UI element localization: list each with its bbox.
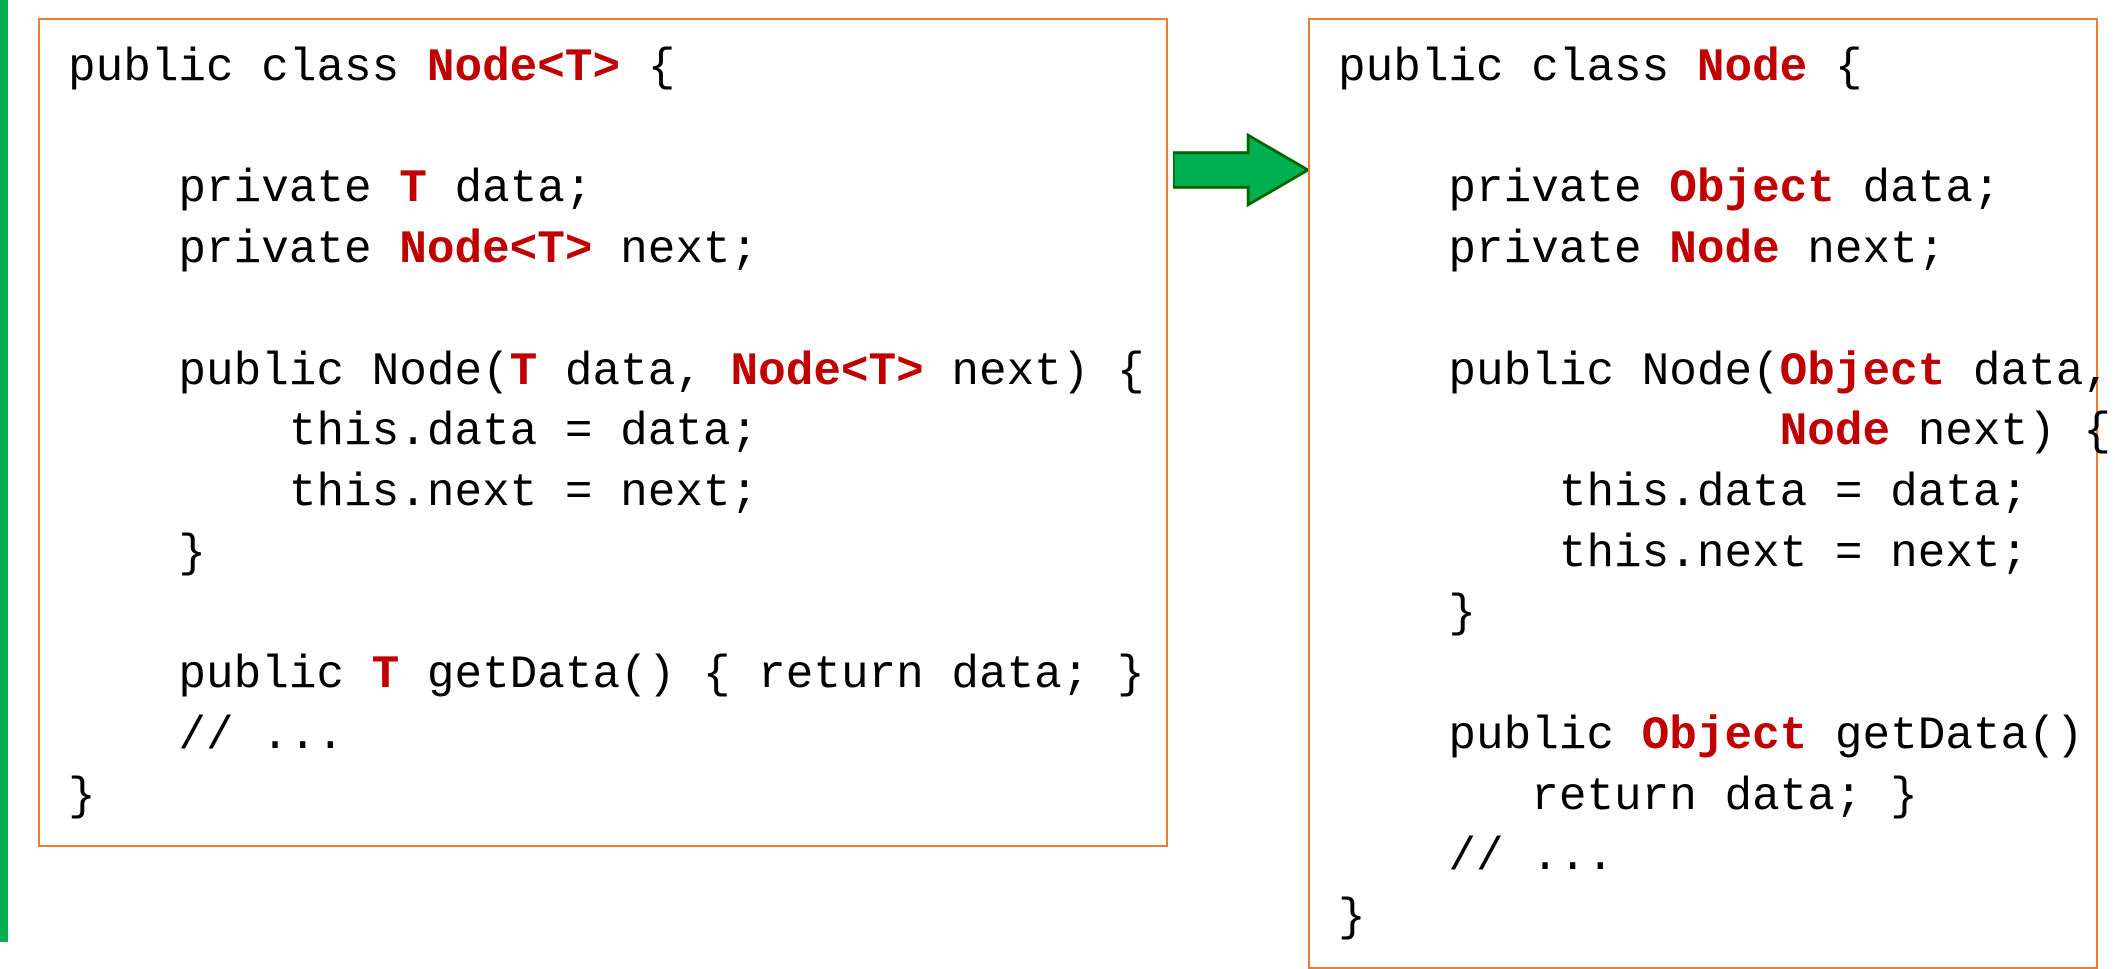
type-highlight: Node: [1780, 406, 1890, 458]
type-highlight: Object: [1669, 163, 1835, 215]
code-text: }: [68, 528, 206, 580]
code-text: public class: [1338, 42, 1697, 94]
type-highlight: T: [399, 163, 427, 215]
code-text: this.next = next;: [1338, 528, 2028, 580]
arrow-icon: [1173, 130, 1308, 210]
code-text: [1338, 406, 1780, 458]
code-text: data;: [1835, 163, 2001, 215]
type-highlight: Object: [1642, 710, 1808, 762]
type-highlight: T: [510, 346, 538, 398]
code-text: this.next = next;: [68, 467, 758, 519]
type-highlight: Node<T>: [731, 346, 924, 398]
code-text: data;: [427, 163, 593, 215]
type-highlight: Object: [1780, 346, 1946, 398]
code-text: next) {: [1890, 406, 2111, 458]
code-text: private: [1338, 163, 1669, 215]
code-text: public: [68, 649, 372, 701]
code-text: return data; }: [1338, 771, 1918, 823]
code-text: getData() {: [1807, 710, 2115, 762]
code-text: }: [1338, 588, 1476, 640]
type-highlight: Node<T>: [399, 224, 592, 276]
diagram-stage: public class Node<T> { private T data; p…: [8, 0, 2115, 942]
code-text: private: [68, 163, 399, 215]
code-text: public class: [68, 42, 427, 94]
type-highlight: Node<T>: [427, 42, 620, 94]
code-text: data,: [537, 346, 730, 398]
code-text: }: [68, 771, 96, 823]
code-text: this.data = data;: [68, 406, 758, 458]
code-text: {: [1807, 42, 1862, 94]
code-after-box: public class Node { private Object data;…: [1308, 18, 2098, 969]
type-highlight: Node: [1697, 42, 1807, 94]
code-text: public: [1338, 710, 1642, 762]
type-highlight: T: [372, 649, 400, 701]
code-text: getData() { return data; }: [399, 649, 1144, 701]
code-text: public Node(: [68, 346, 510, 398]
code-text: data,: [1945, 346, 2111, 398]
code-text: next;: [593, 224, 759, 276]
type-highlight: Node: [1669, 224, 1779, 276]
code-text: // ...: [1338, 831, 1614, 883]
code-text: public Node(: [1338, 346, 1780, 398]
code-text: // ...: [68, 710, 344, 762]
code-text: }: [1338, 892, 1366, 944]
code-text: private: [68, 224, 399, 276]
code-text: {: [620, 42, 675, 94]
code-text: next;: [1780, 224, 1946, 276]
code-text: private: [1338, 224, 1669, 276]
code-text: next) {: [924, 346, 1145, 398]
code-text: this.data = data;: [1338, 467, 2028, 519]
code-before-box: public class Node<T> { private T data; p…: [38, 18, 1168, 847]
